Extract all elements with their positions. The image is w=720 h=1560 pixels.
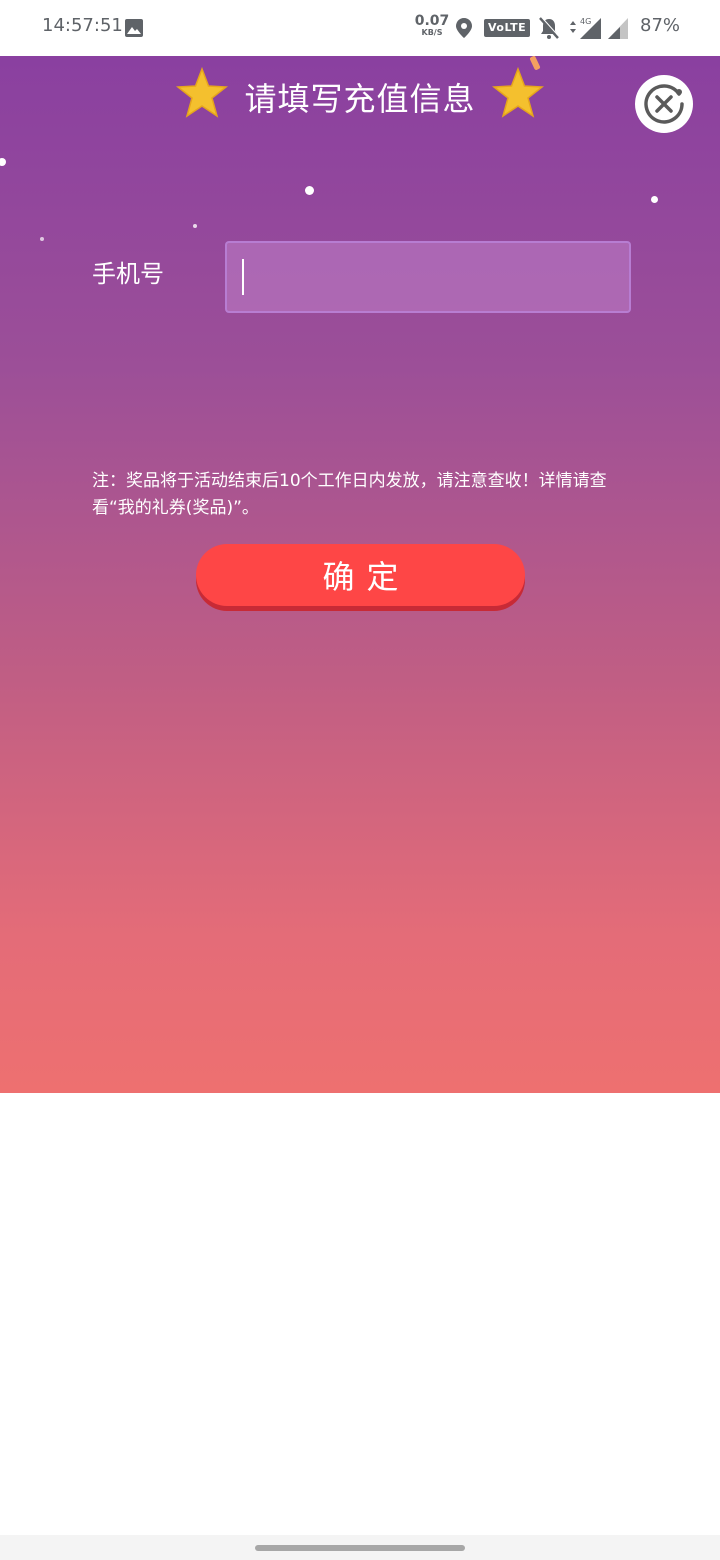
- home-gesture-handle[interactable]: [255, 1545, 465, 1551]
- signal-icon: 4G: [570, 17, 601, 39]
- battery-percent: 87%: [640, 15, 681, 36]
- network-speed: 0.07 KB/S: [414, 14, 450, 38]
- sparkle-decoration: [305, 186, 314, 195]
- sparkle-decoration: [40, 237, 44, 241]
- confirm-button[interactable]: 确定: [196, 544, 525, 606]
- status-time: 14:57:51: [42, 15, 123, 36]
- close-icon: [644, 84, 684, 124]
- signal-type: 4G: [580, 17, 591, 26]
- signal-icon: [608, 18, 628, 39]
- navigation-bar: [0, 1535, 720, 1560]
- sparkle-decoration: [0, 158, 6, 166]
- gallery-icon: [125, 19, 143, 37]
- recharge-dialog: 请填写充值信息 手机号 注：奖品将于活动结束后10个工作日内发放，请注意查收！详…: [0, 56, 720, 1093]
- close-button[interactable]: [635, 75, 693, 133]
- phone-input[interactable]: [225, 241, 631, 313]
- location-icon: [456, 18, 472, 38]
- phone-label: 手机号: [92, 260, 164, 288]
- notice-text: 注：奖品将于活动结束后10个工作日内发放，请注意查收！详情请查看“我的礼券(奖品…: [92, 471, 607, 518]
- mute-icon: [539, 16, 560, 39]
- status-bar: 14:57:51 0.07 KB/S VoLTE 4G 87%: [0, 0, 720, 56]
- dialog-title: 请填写充值信息: [244, 80, 476, 118]
- volte-badge: VoLTE: [484, 19, 531, 37]
- text-cursor: [242, 259, 244, 295]
- sparkle-decoration: [651, 196, 658, 203]
- sparkle-decoration: [193, 224, 197, 228]
- star-icon: [491, 66, 545, 118]
- network-speed-unit: KB/S: [421, 28, 443, 37]
- network-speed-value: 0.07: [414, 13, 450, 29]
